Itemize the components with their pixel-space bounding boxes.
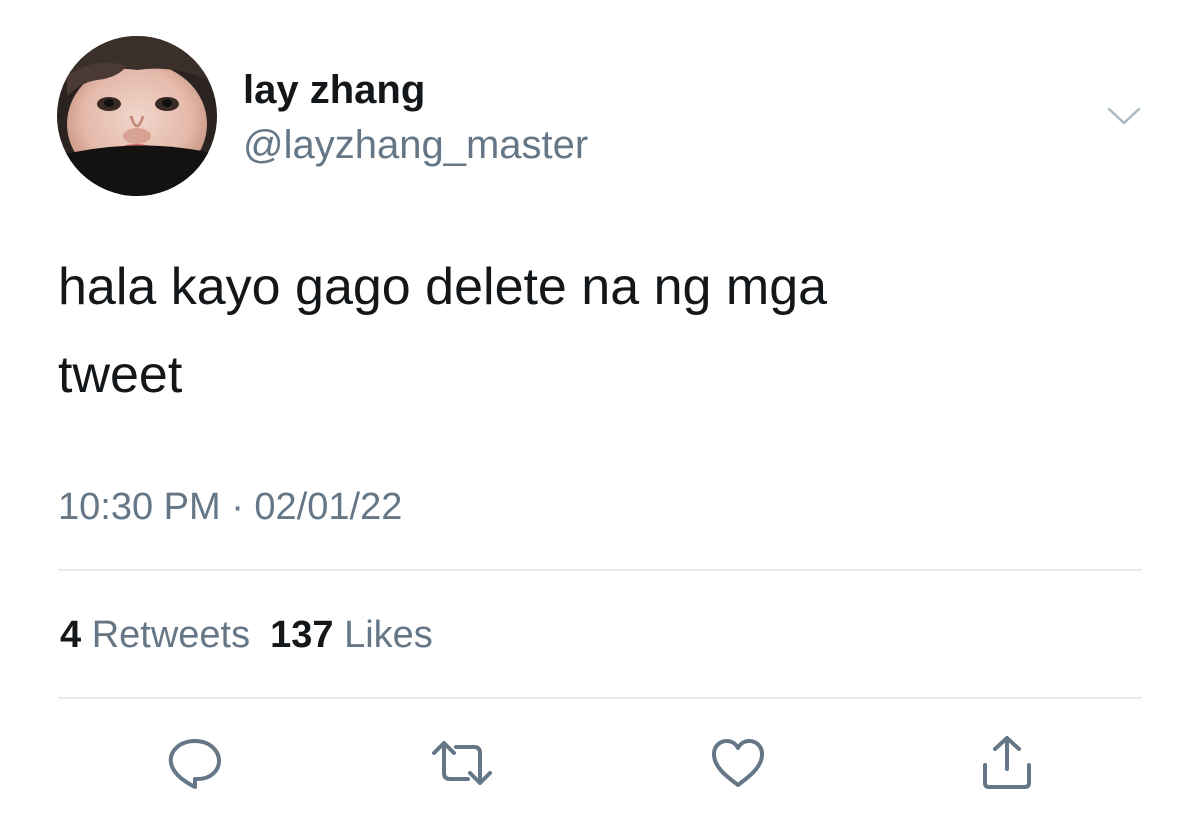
reply-button[interactable] bbox=[165, 735, 225, 791]
likes-stat[interactable]: 137 Likes bbox=[270, 614, 433, 656]
retweets-label: Retweets bbox=[91, 614, 251, 656]
tweet-text: hala kayo gago delete na ng mga tweet bbox=[58, 243, 1118, 419]
retweet-icon bbox=[432, 741, 492, 785]
tweet-text-line: hala kayo gago delete na ng mga bbox=[58, 258, 828, 316]
likes-count: 137 bbox=[270, 614, 334, 656]
tweet-stats: 4 Retweets 137 Likes bbox=[60, 611, 433, 659]
share-icon bbox=[983, 736, 1031, 789]
divider bbox=[58, 697, 1142, 699]
avatar[interactable] bbox=[57, 36, 217, 196]
avatar-image bbox=[57, 36, 217, 196]
tweet-text-line: tweet bbox=[58, 346, 183, 404]
chevron-down-icon[interactable] bbox=[1106, 101, 1142, 131]
like-button[interactable] bbox=[708, 735, 768, 791]
tweet-timestamp[interactable]: 10:30 PM · 02/01/22 bbox=[58, 483, 402, 531]
divider bbox=[58, 569, 1142, 571]
share-button[interactable] bbox=[977, 735, 1037, 791]
retweets-stat[interactable]: 4 Retweets bbox=[60, 614, 250, 656]
reply-icon bbox=[168, 739, 221, 789]
retweet-button[interactable] bbox=[430, 735, 492, 791]
user-handle[interactable]: @layzhang_master bbox=[243, 121, 588, 169]
retweets-count: 4 bbox=[60, 614, 82, 656]
tweet-card: lay zhang @layzhang_master hala kayo gag… bbox=[0, 0, 1200, 826]
like-heart-icon bbox=[712, 739, 764, 787]
likes-label: Likes bbox=[344, 614, 433, 656]
display-name[interactable]: lay zhang bbox=[243, 66, 425, 114]
